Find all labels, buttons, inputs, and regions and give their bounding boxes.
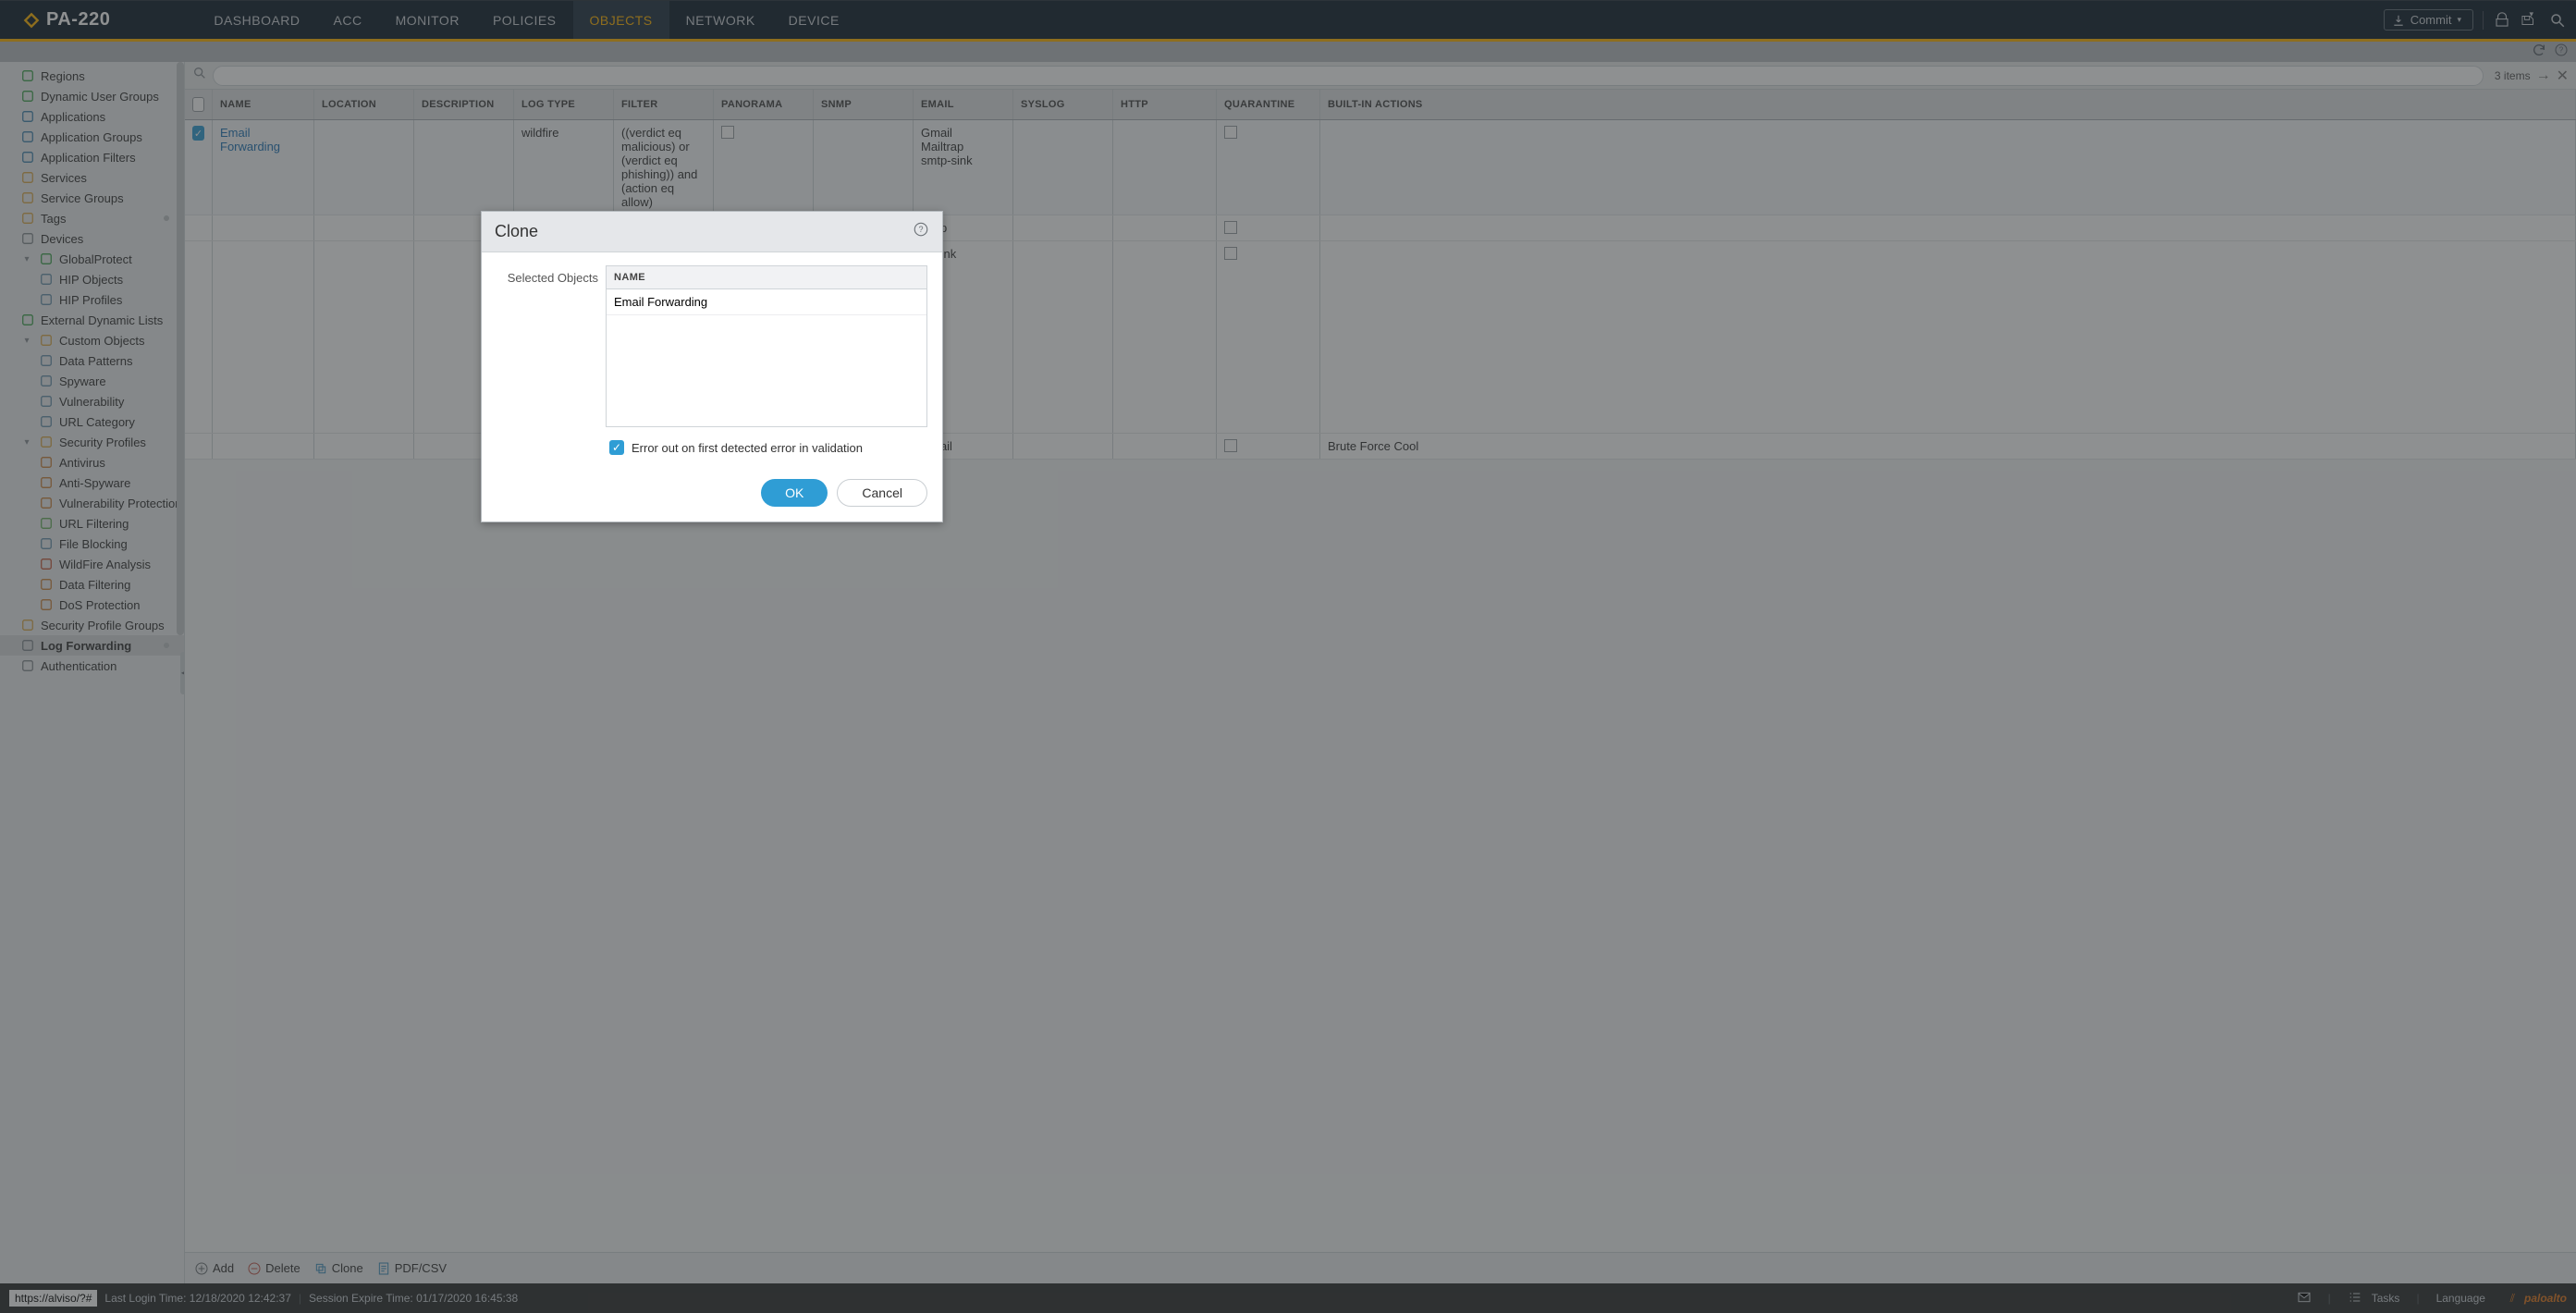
list-header-name: NAME: [607, 266, 926, 289]
dialog-titlebar: Clone ?: [482, 212, 942, 252]
dialog-footer: OK Cancel: [482, 468, 942, 522]
error-out-row: ✓ Error out on first detected error in v…: [609, 440, 927, 455]
error-out-checkbox[interactable]: ✓: [609, 440, 624, 455]
ok-button[interactable]: OK: [761, 479, 828, 507]
list-empty-area: [607, 315, 926, 426]
cancel-button[interactable]: Cancel: [837, 479, 927, 507]
dialog-title: Clone: [495, 222, 538, 241]
dialog-body: Selected Objects NAME Email Forwarding ✓…: [482, 252, 942, 468]
dialog-help-icon[interactable]: ?: [913, 221, 929, 242]
clone-dialog: Clone ? Selected Objects NAME Email Forw…: [481, 211, 943, 522]
svg-text:?: ?: [918, 225, 923, 234]
list-item[interactable]: Email Forwarding: [607, 289, 926, 315]
selected-objects-label: Selected Objects: [497, 265, 598, 285]
selected-objects-list: NAME Email Forwarding: [606, 265, 927, 427]
modal-backdrop: [0, 0, 2576, 1313]
error-out-label: Error out on first detected error in val…: [632, 441, 863, 455]
